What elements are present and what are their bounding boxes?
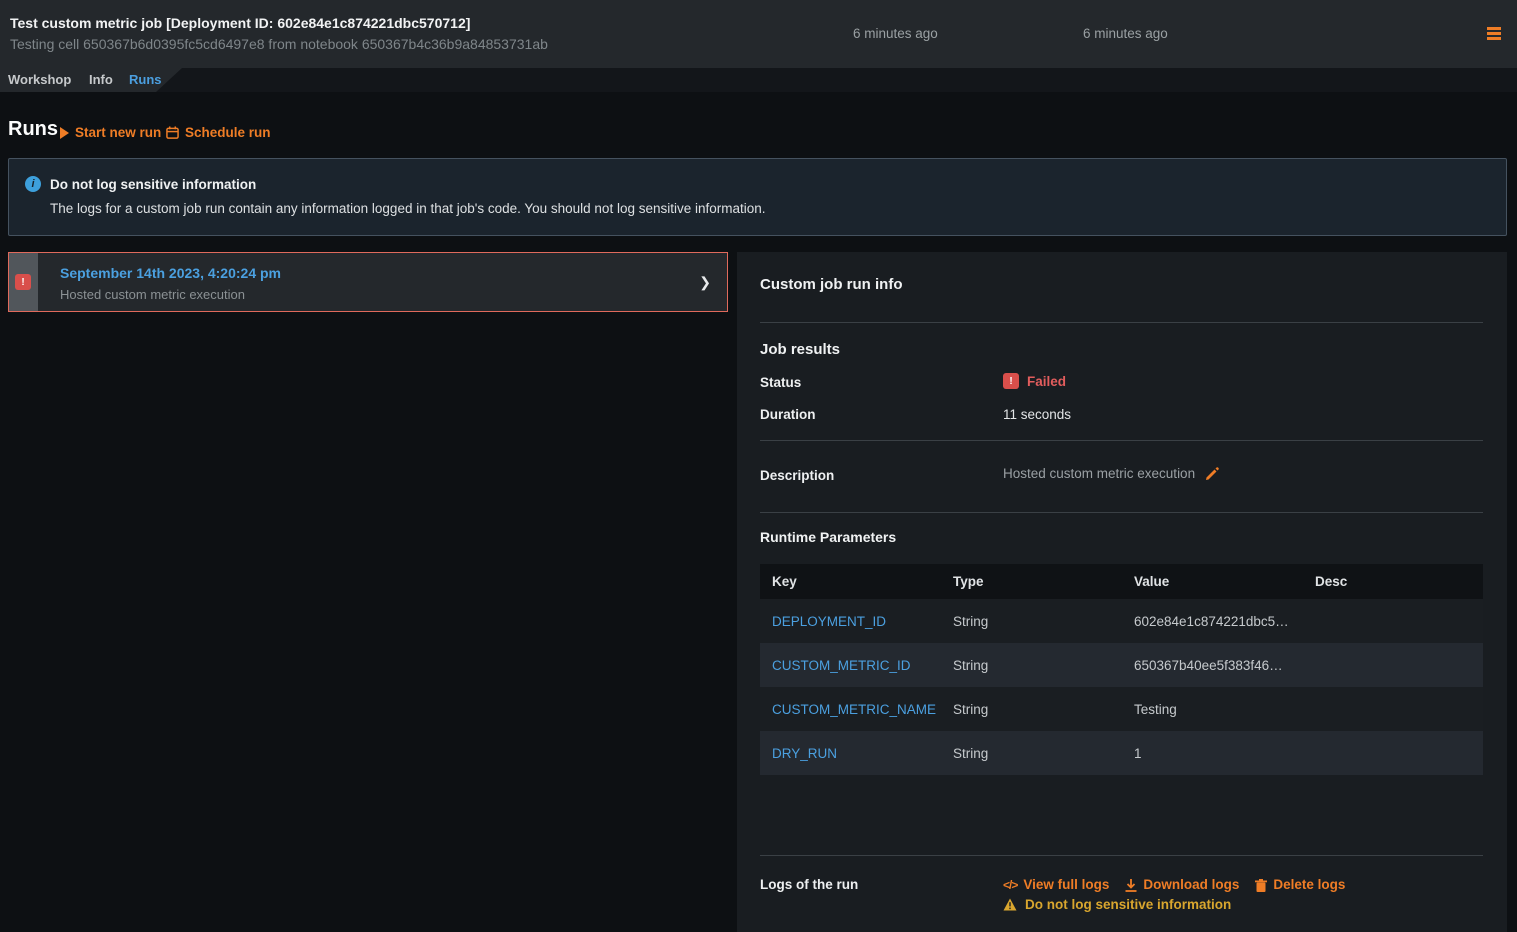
logs-warning-text: Do not log sensitive information	[1025, 897, 1231, 912]
start-new-run-label: Start new run	[75, 125, 161, 140]
delete-logs-label: Delete logs	[1273, 877, 1345, 892]
run-status-strip: !	[9, 253, 38, 311]
table-row: CUSTOM_METRIC_NAME String Testing	[760, 687, 1483, 731]
logs-actions: </> View full logs Download logs Delete …	[1003, 877, 1345, 892]
param-desc	[1303, 687, 1483, 731]
run-list-item[interactable]: ! September 14th 2023, 4:20:24 pm Hosted…	[8, 252, 728, 312]
status-text: Failed	[1027, 374, 1066, 389]
param-type: String	[941, 599, 1122, 643]
edit-pencil-icon[interactable]	[1205, 467, 1219, 481]
banner-title: Do not log sensitive information	[50, 177, 256, 192]
warning-icon	[1003, 898, 1017, 911]
error-status-icon: !	[15, 274, 31, 290]
runs-heading: Runs	[8, 118, 58, 141]
download-logs-label: Download logs	[1143, 877, 1239, 892]
divider	[760, 855, 1483, 856]
logs-warning: Do not log sensitive information	[1003, 897, 1231, 912]
duration-label: Duration	[760, 407, 816, 422]
start-new-run-button[interactable]: Start new run	[60, 125, 161, 140]
chevron-right-icon: ❯	[699, 274, 711, 291]
param-type: String	[941, 731, 1122, 775]
play-icon	[60, 127, 69, 139]
tab-bar: Workshop Info Runs	[0, 68, 1517, 92]
duration-value: 11 seconds	[1003, 407, 1071, 422]
table-row: DRY_RUN String 1	[760, 731, 1483, 775]
logs-label: Logs of the run	[760, 877, 858, 892]
param-key-link[interactable]: DEPLOYMENT_ID	[760, 599, 941, 643]
run-subtitle: Hosted custom metric execution	[60, 287, 245, 302]
divider	[760, 512, 1483, 513]
calendar-icon	[166, 126, 179, 139]
status-value: ! Failed	[1003, 373, 1066, 389]
col-header-desc: Desc	[1303, 564, 1483, 599]
runtime-params-heading: Runtime Parameters	[760, 529, 896, 545]
param-key-link[interactable]: CUSTOM_METRIC_NAME	[760, 687, 941, 731]
schedule-run-label: Schedule run	[185, 125, 271, 140]
divider	[760, 440, 1483, 441]
param-key-link[interactable]: CUSTOM_METRIC_ID	[760, 643, 941, 687]
error-status-icon: !	[1003, 373, 1019, 389]
description-value: Hosted custom metric execution	[1003, 466, 1219, 481]
job-results-heading: Job results	[760, 341, 840, 358]
table-row: CUSTOM_METRIC_ID String 650367b40ee5f383…	[760, 643, 1483, 687]
divider	[760, 322, 1483, 323]
table-row: DEPLOYMENT_ID String 602e84e1c874221dbc5…	[760, 599, 1483, 643]
download-icon	[1125, 877, 1137, 892]
run-details-panel: Custom job run info Job results Status !…	[737, 252, 1507, 932]
code-icon: </>	[1003, 878, 1017, 892]
runtime-params-table: Key Type Value Desc DEPLOYMENT_ID String…	[760, 564, 1483, 775]
param-type: String	[941, 643, 1122, 687]
param-value: 1	[1122, 731, 1303, 775]
param-desc	[1303, 643, 1483, 687]
table-header-row: Key Type Value Desc	[760, 564, 1483, 599]
updated-timestamp: 6 minutes ago	[1083, 26, 1168, 41]
details-heading: Custom job run info	[760, 276, 902, 293]
view-full-logs-button[interactable]: </> View full logs	[1003, 877, 1109, 892]
col-header-value: Value	[1122, 564, 1303, 599]
param-key-link[interactable]: DRY_RUN	[760, 731, 941, 775]
schedule-run-button[interactable]: Schedule run	[166, 125, 271, 140]
run-title: September 14th 2023, 4:20:24 pm	[60, 265, 281, 281]
status-label: Status	[760, 375, 801, 390]
created-timestamp: 6 minutes ago	[853, 26, 938, 41]
tab-runs[interactable]: Runs	[129, 72, 162, 87]
banner-body: The logs for a custom job run contain an…	[50, 201, 766, 216]
page-title: Test custom metric job [Deployment ID: 6…	[10, 15, 470, 31]
page-subtitle: Testing cell 650367b6d0395fc5cd6497e8 fr…	[10, 36, 548, 52]
param-value: Testing	[1122, 687, 1303, 731]
trash-icon	[1255, 877, 1267, 892]
col-header-key: Key	[760, 564, 941, 599]
col-header-type: Type	[941, 564, 1122, 599]
description-label: Description	[760, 468, 834, 483]
download-logs-button[interactable]: Download logs	[1125, 877, 1239, 892]
param-value: 650367b40ee5f383f46…	[1122, 643, 1303, 687]
description-text: Hosted custom metric execution	[1003, 466, 1195, 481]
app-header: Test custom metric job [Deployment ID: 6…	[0, 0, 1517, 68]
info-icon: i	[25, 176, 41, 192]
delete-logs-button[interactable]: Delete logs	[1255, 877, 1345, 892]
param-type: String	[941, 687, 1122, 731]
tab-info[interactable]: Info	[89, 72, 113, 87]
param-desc	[1303, 599, 1483, 643]
param-desc	[1303, 731, 1483, 775]
tab-workshop[interactable]: Workshop	[8, 72, 71, 87]
view-full-logs-label: View full logs	[1023, 877, 1109, 892]
param-value: 602e84e1c874221dbc5…	[1122, 599, 1303, 643]
sensitive-info-banner: i Do not log sensitive information The l…	[8, 158, 1507, 236]
menu-icon[interactable]	[1487, 27, 1501, 40]
